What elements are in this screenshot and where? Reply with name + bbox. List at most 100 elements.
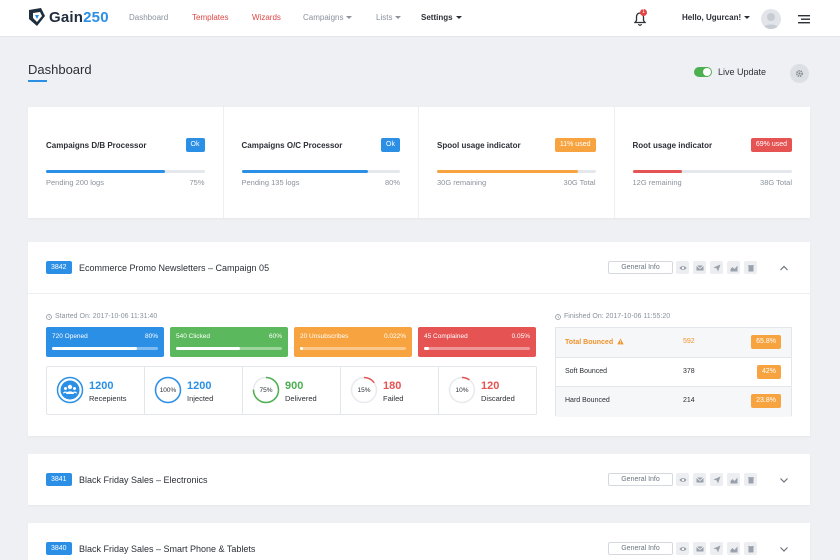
metric-value: 1200 — [187, 380, 212, 392]
nav-wizards[interactable]: Wizards — [252, 13, 281, 22]
clock-icon — [555, 313, 561, 320]
chevron-down-icon[interactable] — [779, 544, 789, 554]
system-indicators-panel: Campaigns D/B Processor Ok Pending 200 l… — [28, 107, 810, 218]
area-chart-icon — [730, 477, 737, 483]
indicator-title: Root usage indicator — [632, 141, 713, 150]
bounce-name-text: Total Bounced — [565, 339, 614, 346]
general-info-button[interactable]: General Info — [608, 473, 673, 486]
stat-opened: 720 Opened 80% — [46, 327, 164, 357]
svg-text:75%: 75% — [259, 387, 272, 394]
report-button[interactable] — [727, 261, 740, 274]
progress-fill — [241, 170, 369, 173]
nav-dashboard[interactable]: Dashboard — [129, 13, 168, 22]
live-update-label: Live Update — [718, 67, 767, 77]
metric-value: 120 — [481, 380, 500, 392]
stat-progress-fill — [176, 347, 240, 350]
table-row: Total Bounced 592 65.8% — [556, 328, 791, 358]
paper-plane-icon — [713, 264, 720, 271]
nav-settings-label: Settings — [421, 13, 453, 22]
stat-progress-track — [300, 347, 406, 350]
delete-button[interactable] — [744, 542, 757, 555]
indicator-value: 75% — [189, 178, 205, 187]
user-menu[interactable]: Hello, Ugurcan! — [682, 13, 751, 22]
email-button[interactable] — [693, 542, 706, 555]
campaign-header[interactable]: 3841 Black Friday Sales – Electronics Ge… — [28, 454, 810, 505]
progress-ring: 75% — [252, 376, 280, 404]
nav-lists[interactable]: Lists — [376, 13, 402, 22]
stat-progress-fill — [300, 347, 304, 350]
area-chart-icon — [730, 265, 737, 271]
campaign-header[interactable]: 3842 Ecommerce Promo Newsletters – Campa… — [28, 242, 810, 293]
email-button[interactable] — [693, 261, 706, 274]
indicator-oc-processor: Campaigns O/C Processor Ok Pending 135 l… — [224, 107, 419, 218]
envelope-icon — [695, 476, 704, 482]
metric-label: Delivered — [285, 394, 317, 403]
delete-button[interactable] — [744, 473, 757, 486]
started-text: Started On: 2017-10-06 11:31:40 — [55, 313, 158, 320]
campaign-header[interactable]: 3840 Black Friday Sales – Smart Phone & … — [28, 523, 810, 560]
svg-text:15%: 15% — [357, 387, 370, 394]
chevron-down-icon — [744, 16, 751, 20]
general-info-button[interactable]: General Info — [608, 542, 673, 555]
nav-templates[interactable]: Templates — [192, 13, 228, 22]
indicator-detail: 12G remaining — [632, 178, 682, 187]
eye-icon — [679, 546, 686, 551]
campaign-card-3841: 3841 Black Friday Sales – Electronics Ge… — [28, 454, 810, 505]
chevron-down-icon[interactable] — [779, 475, 789, 485]
hamburger-menu-icon[interactable] — [797, 12, 811, 26]
email-button[interactable] — [693, 473, 706, 486]
chevron-down-icon — [346, 16, 353, 20]
delete-button[interactable] — [744, 261, 757, 274]
gear-icon — [796, 70, 803, 77]
metric-value: 180 — [383, 380, 402, 392]
general-info-button[interactable]: General Info — [608, 261, 673, 274]
metric-failed: 15% 180 Failed — [341, 367, 439, 414]
send-button[interactable] — [710, 261, 723, 274]
logo-mark-icon — [29, 8, 45, 26]
svg-text:100%: 100% — [160, 387, 177, 394]
nav-lists-label: Lists — [376, 13, 393, 22]
status-badge: Ok — [185, 138, 205, 152]
view-button[interactable] — [676, 473, 689, 486]
metric-label: Recepients — [89, 394, 127, 403]
view-button[interactable] — [676, 542, 689, 555]
campaign-id-badge: 3841 — [46, 473, 72, 486]
stat-progress-track — [176, 347, 282, 350]
view-button[interactable] — [676, 261, 689, 274]
progress-fill — [632, 170, 682, 173]
report-button[interactable] — [727, 542, 740, 555]
stat-label: 45 Complained — [424, 333, 468, 340]
campaign-title: Black Friday Sales – Electronics — [79, 475, 208, 485]
indicator-root-usage: Root usage indicator 69% used 12G remain… — [615, 107, 811, 218]
trash-icon — [747, 264, 754, 271]
bounce-name: Soft Bounced — [565, 367, 608, 375]
status-badge: 11% used — [554, 138, 596, 152]
progress-ring: 100% — [154, 376, 182, 404]
stat-percent: 80% — [144, 333, 158, 340]
clock-icon — [46, 313, 52, 320]
progress-ring: 10% — [448, 376, 476, 404]
warning-icon — [617, 338, 624, 345]
report-button[interactable] — [727, 473, 740, 486]
indicator-detail: Pending 135 logs — [241, 178, 300, 187]
progress-fill — [437, 170, 579, 173]
nav-settings[interactable]: Settings — [421, 13, 462, 22]
svg-text:10%: 10% — [455, 387, 468, 394]
eye-icon — [679, 265, 686, 270]
progress-track — [632, 170, 792, 173]
dashboard-settings-button[interactable] — [790, 64, 809, 83]
finished-text: Finished On: 2017-10-06 11:55:20 — [564, 313, 671, 320]
top-navbar: Gain250 Dashboard Templates Wizards Camp… — [0, 0, 840, 37]
stat-percent: 60% — [268, 333, 282, 340]
send-button[interactable] — [710, 542, 723, 555]
send-button[interactable] — [710, 473, 723, 486]
stat-clicked: 540 Clicked 60% — [170, 327, 288, 357]
campaign-id-badge: 3840 — [46, 542, 72, 555]
live-update-toggle[interactable] — [694, 67, 712, 77]
chevron-down-icon — [395, 16, 402, 20]
indicator-db-processor: Campaigns D/B Processor Ok Pending 200 l… — [28, 107, 224, 218]
chevron-up-icon[interactable] — [779, 263, 789, 273]
brand-logo[interactable]: Gain250 — [28, 7, 109, 27]
nav-campaigns[interactable]: Campaigns — [303, 13, 353, 22]
avatar[interactable] — [761, 9, 781, 29]
